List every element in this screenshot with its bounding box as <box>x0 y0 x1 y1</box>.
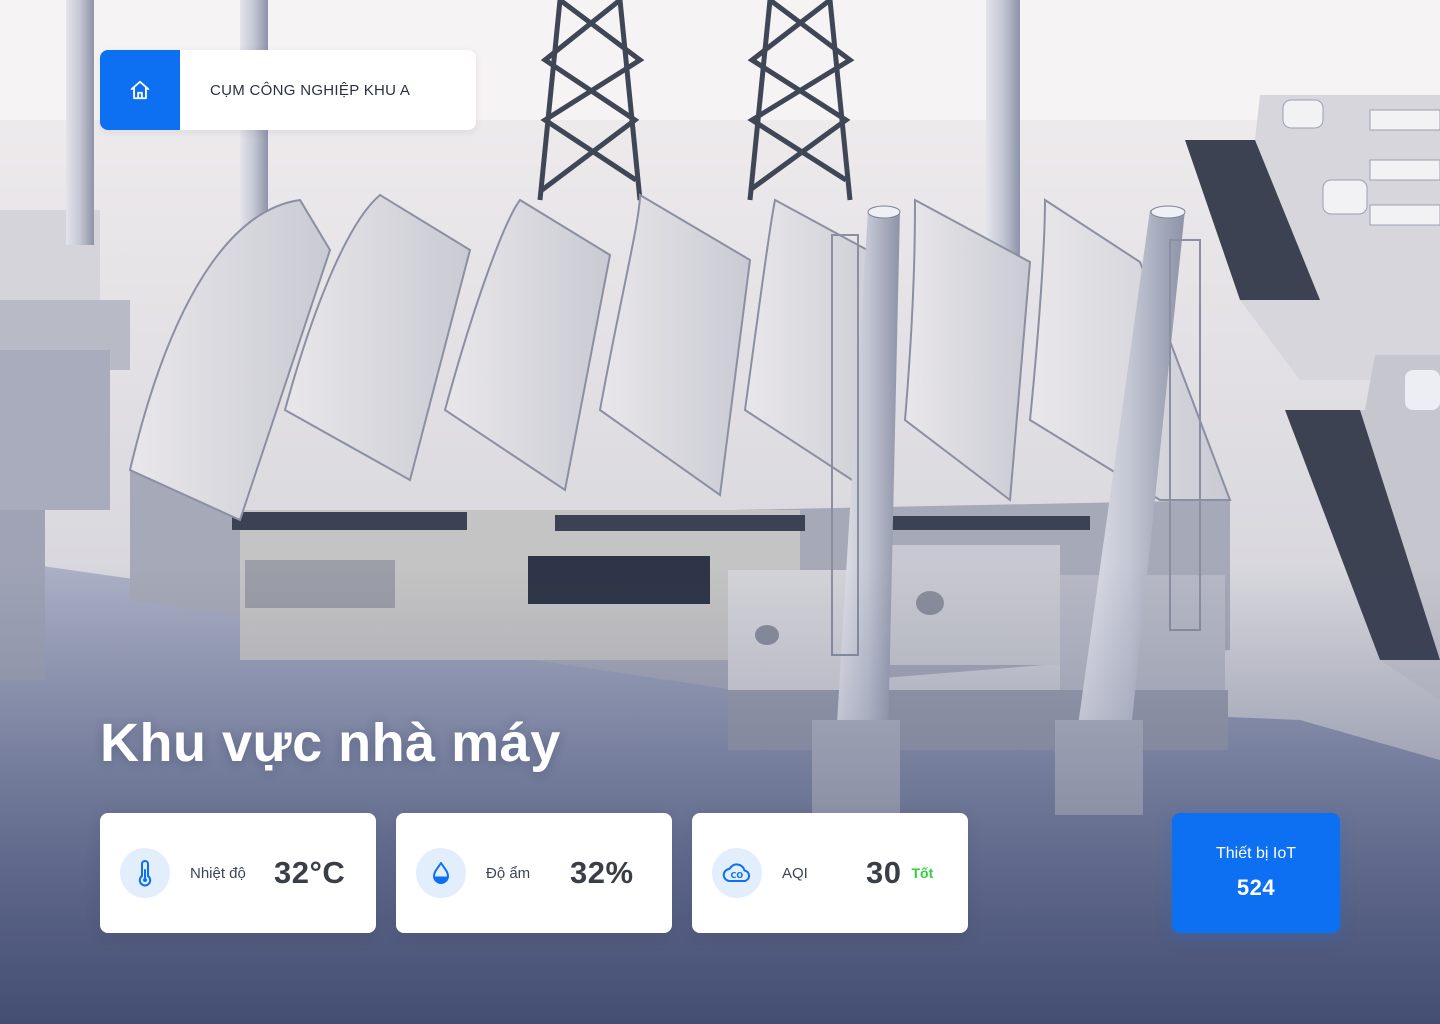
iot-label: Thiết bị IoT <box>1215 845 1297 862</box>
breadcrumb-label[interactable]: CỤM CÔNG NGHIỆP KHU A <box>210 82 410 99</box>
temperature-card: Nhiệt độ 32°C <box>100 813 376 933</box>
water-drop-icon <box>416 848 466 898</box>
aqi-card: CO AQI 30 Tốt <box>692 813 968 933</box>
aqi-label: AQI <box>782 864 808 882</box>
humidity-card: Độ ẩm 32% <box>396 813 672 933</box>
temperature-value: 32°C <box>274 855 346 890</box>
aqi-value: 30 <box>866 855 902 890</box>
home-icon <box>130 80 150 100</box>
temperature-label: Nhiệt độ <box>190 864 246 882</box>
humidity-label: Độ ẩm <box>486 864 531 882</box>
iot-count: 524 <box>1236 875 1276 900</box>
iot-devices-card[interactable]: Thiết bị IoT 524 <box>1172 813 1340 933</box>
page-title: Khu vực nhà máy <box>100 713 561 773</box>
breadcrumb: CỤM CÔNG NGHIỆP KHU A <box>100 50 476 130</box>
svg-text:CO: CO <box>731 871 744 880</box>
thermometer-icon <box>120 848 170 898</box>
co2-cloud-icon: CO <box>712 848 762 898</box>
humidity-value: 32% <box>570 855 634 890</box>
aqi-status-badge: Tốt <box>911 865 934 881</box>
home-button[interactable] <box>100 50 180 130</box>
